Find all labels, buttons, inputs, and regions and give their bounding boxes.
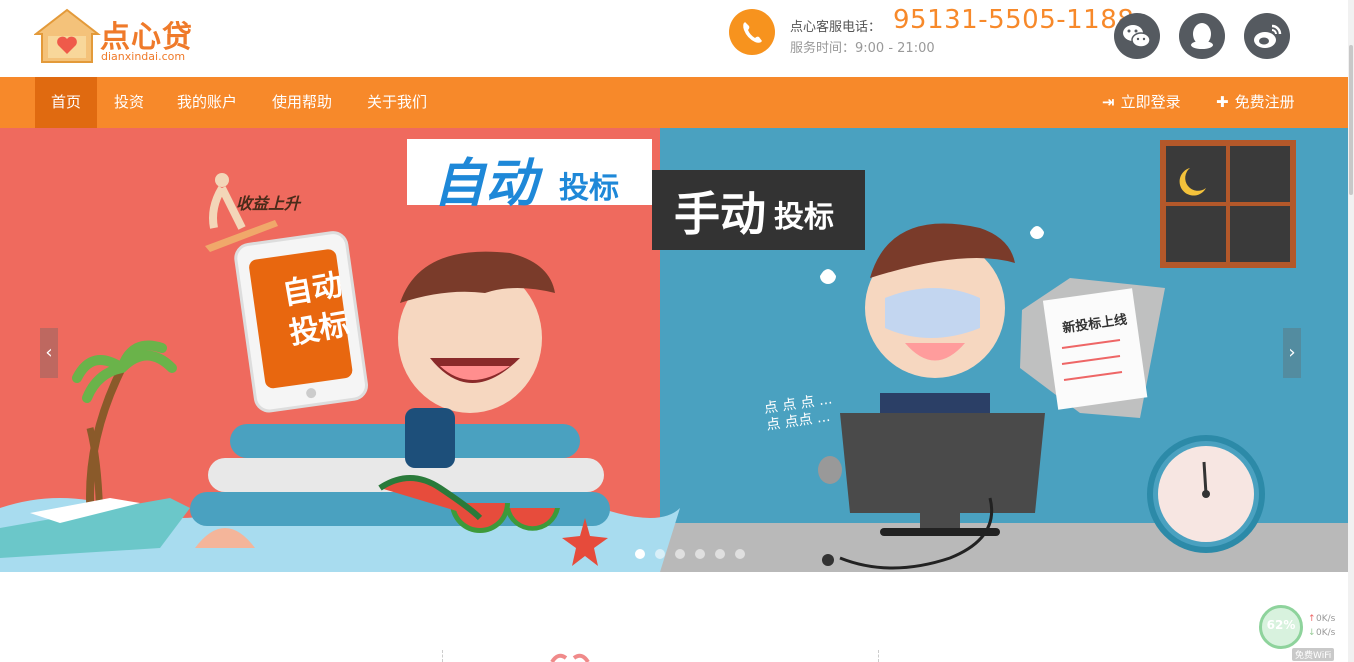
- download-speed: 0K/s: [1316, 628, 1336, 638]
- login-link[interactable]: ⇥ 立即登录: [1102, 77, 1181, 128]
- wifi-label: 免费WiFi: [1292, 648, 1335, 661]
- wifi-percent: 62%: [1266, 618, 1296, 632]
- nav-item-invest[interactable]: 投资: [98, 77, 160, 128]
- register-label: 免费注册: [1234, 93, 1295, 111]
- phone-label: 点心客服电话：: [790, 20, 882, 35]
- section-divider: [878, 650, 879, 662]
- carousel-dot[interactable]: [735, 549, 745, 559]
- rise-caption: 收益上升: [236, 194, 301, 213]
- carousel-dot[interactable]: [655, 549, 665, 559]
- upload-speed: 0K/s: [1316, 614, 1336, 624]
- site-logo[interactable]: 点心贷 dianxindai.com: [34, 8, 204, 68]
- wifi-widget[interactable]: 62% ↑ 0K/s ↓ 0K/s 免费WiFi: [1258, 604, 1348, 662]
- manual-bid-tag: 手动 投标: [652, 170, 865, 250]
- service-hours: 服务时间：9:00 - 21:00: [790, 41, 935, 56]
- main-nav: 首页 投资 我的账户 使用帮助 关于我们 ⇥ 立即登录 ✚ 免费注册: [0, 77, 1354, 128]
- nav-item-about[interactable]: 关于我们: [351, 77, 443, 128]
- download-arrow-icon: ↓: [1308, 628, 1316, 638]
- brand-domain: dianxindai.com: [101, 50, 186, 63]
- auto-bid-subtitle: 投标: [559, 171, 619, 206]
- nav-item-help[interactable]: 使用帮助: [256, 77, 348, 128]
- phone-icon: [729, 9, 775, 55]
- upload-arrow-icon: ↑: [1308, 614, 1316, 624]
- weibo-icon[interactable]: [1244, 13, 1290, 59]
- phone-screen-caption: 自动 投标: [260, 262, 372, 358]
- logo-house-icon: [34, 8, 101, 63]
- login-icon: ⇥: [1102, 93, 1115, 111]
- section-divider: [442, 650, 443, 662]
- wechat-icon[interactable]: [1114, 13, 1160, 59]
- carousel-dot[interactable]: [675, 549, 685, 559]
- scrollbar-thumb[interactable]: [1349, 45, 1353, 195]
- plus-icon: ✚: [1216, 93, 1229, 111]
- manual-bid-title: 手动: [674, 187, 766, 241]
- carousel-dot[interactable]: [695, 549, 705, 559]
- manual-bid-subtitle: 投标: [774, 200, 834, 235]
- nav-item-home[interactable]: 首页: [35, 77, 98, 128]
- auto-bid-tag: 自动 投标: [407, 139, 652, 214]
- auto-bid-title: 自动: [433, 154, 538, 214]
- register-link[interactable]: ✚ 免费注册: [1216, 77, 1295, 128]
- carousel-dot[interactable]: [635, 549, 645, 559]
- qq-icon[interactable]: [1179, 13, 1225, 59]
- gift-icon: [550, 653, 590, 662]
- nav-item-my-account[interactable]: 我的账户: [161, 77, 253, 128]
- page: 点心贷 dianxindai.com 点心客服电话： 95131-5505-11…: [0, 0, 1354, 662]
- hero-carousel: 自动 投标 手动 投标 收益上升 自动 投标 新投标上线 点 点 点 ... 点…: [0, 128, 1348, 572]
- phone-number: 95131-5505-1188: [893, 5, 1135, 35]
- carousel-next-button[interactable]: ›: [1283, 328, 1301, 378]
- carousel-dot[interactable]: [715, 549, 725, 559]
- site-header: 点心贷 dianxindai.com 点心客服电话： 95131-5505-11…: [0, 0, 1354, 77]
- login-label: 立即登录: [1120, 93, 1181, 111]
- carousel-prev-button[interactable]: ‹: [40, 328, 58, 378]
